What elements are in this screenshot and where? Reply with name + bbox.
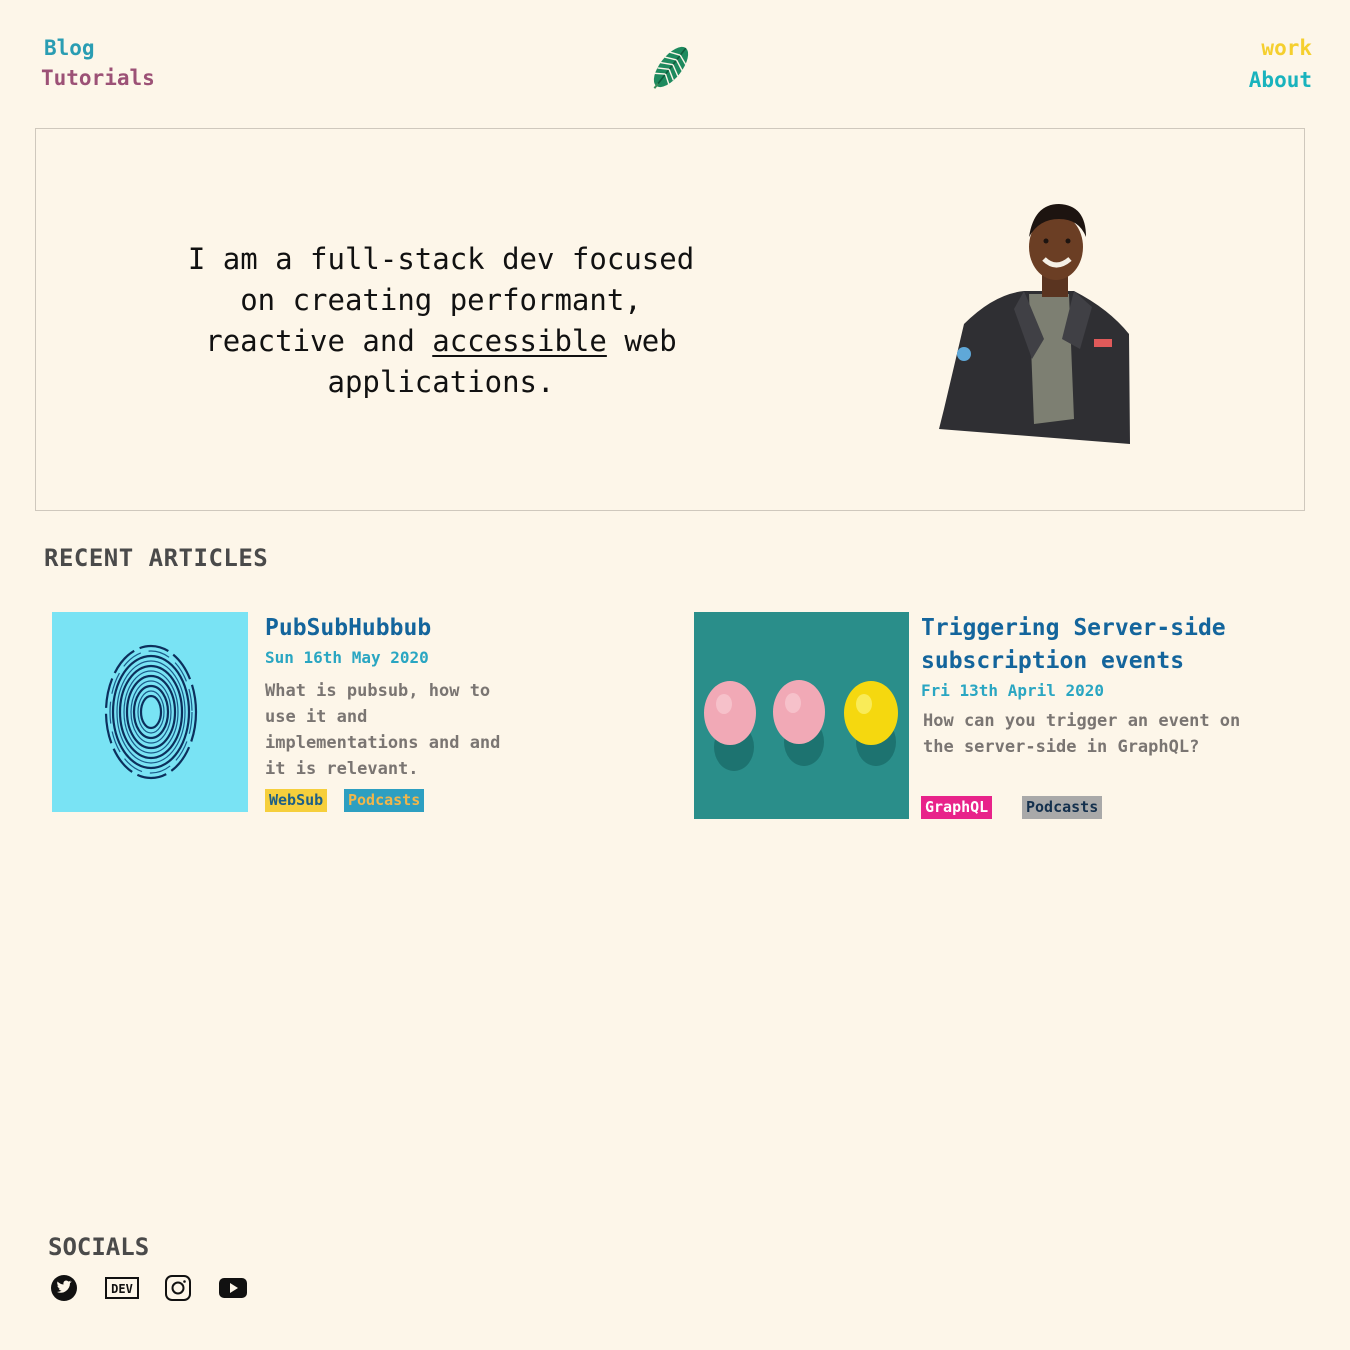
article-card[interactable]: PubSubHubbub Sun 16th May 2020 What is p… [52, 612, 652, 822]
article-date: Sun 16th May 2020 [265, 648, 429, 667]
tag-websub[interactable]: WebSub [265, 789, 328, 812]
article-card[interactable]: Triggering Server-side subscription even… [694, 612, 1294, 827]
nav-about-link[interactable]: About [1249, 68, 1312, 92]
instagram-icon[interactable] [164, 1274, 194, 1302]
article-title[interactable]: PubSubHubbub [265, 612, 625, 645]
fingerprint-image[interactable] [52, 612, 248, 812]
dev-icon[interactable]: DEV [105, 1274, 139, 1302]
leaf-icon[interactable] [644, 40, 698, 94]
tag-podcasts[interactable]: Podcasts [344, 789, 425, 812]
twitter-icon[interactable] [50, 1274, 80, 1302]
portrait-photo [934, 199, 1134, 444]
hero-section: I am a full-stack dev focused on creatin… [35, 128, 1305, 511]
dev-icon-label: DEV [111, 1282, 133, 1296]
hero-intro: I am a full-stack dev focused on creatin… [166, 239, 716, 403]
accessible-link[interactable]: accessible [432, 324, 607, 358]
article-excerpt: How can you trigger an event on the serv… [923, 711, 1241, 757]
socials-heading: SOCIALS [48, 1233, 150, 1261]
nav-blog-link[interactable]: Blog [44, 36, 95, 60]
youtube-icon[interactable] [218, 1274, 248, 1302]
nav-work-link[interactable]: work [1261, 36, 1312, 60]
lemons-image[interactable] [694, 612, 909, 819]
tag-podcasts[interactable]: Podcasts [1022, 796, 1103, 819]
nav-tutorials-link[interactable]: Tutorials [41, 66, 155, 90]
recent-articles-heading: RECENT ARTICLES [44, 544, 269, 572]
article-excerpt: What is pubsub, how to use it and implem… [265, 681, 501, 779]
article-date: Fri 13th April 2020 [921, 681, 1105, 700]
tag-graphql[interactable]: GraphQL [921, 796, 993, 819]
article-title[interactable]: Triggering Server-side subscription even… [921, 612, 1281, 678]
